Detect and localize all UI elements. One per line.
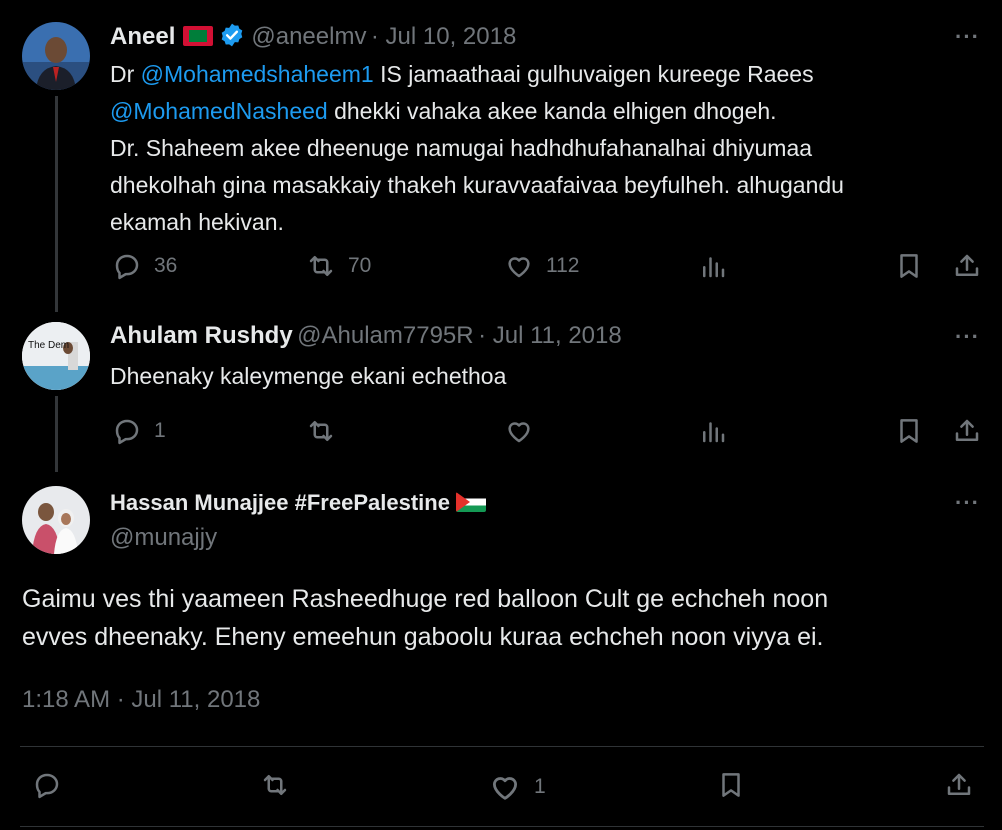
- avatar-hassan[interactable]: [22, 486, 90, 554]
- bookmark-icon: [722, 773, 740, 797]
- share-icon: [947, 773, 971, 795]
- tweet-header: Hassan Munajjee #FreePalestine: [110, 490, 486, 516]
- tweet-text: Gaimu ves thi yaameen Rasheedhuge red ba…: [22, 580, 992, 656]
- tweet-date[interactable]: · Jul 10, 2018: [371, 23, 516, 50]
- reply-button[interactable]: [32, 770, 62, 800]
- avatar-aneel[interactable]: [22, 22, 90, 90]
- retweet-icon: [263, 775, 287, 795]
- share-icon: [955, 254, 979, 276]
- thread-line: [55, 396, 58, 472]
- tweet-header: Aneel @aneelmv · Jul 10, 2018: [110, 22, 516, 53]
- like-count: 1: [534, 775, 546, 798]
- text-segment: dhekki vahaka akee kanda elhigen dhogeh.: [327, 98, 777, 124]
- author-handle[interactable]: @munajjy: [110, 524, 217, 552]
- divider: [20, 746, 984, 747]
- analytics-icon: [703, 257, 725, 278]
- bookmark-button[interactable]: [894, 416, 924, 446]
- palestine-flag-icon: [455, 492, 486, 512]
- bookmark-button[interactable]: [716, 770, 746, 800]
- share-button[interactable]: [952, 416, 982, 446]
- reply-icon: [115, 419, 139, 445]
- mention-link[interactable]: @MohamedNasheed: [110, 98, 328, 124]
- like-button[interactable]: 112: [504, 251, 579, 281]
- more-options-icon[interactable]: ···: [955, 24, 980, 50]
- heart-icon: [508, 257, 530, 278]
- bookmark-icon: [900, 419, 918, 443]
- text-line: dhekolhah gina masakkaiy thakeh kuravvaa…: [110, 172, 844, 198]
- tweet-text: Dr @Mohamedshaheem1 IS jamaathaai gulhuv…: [110, 56, 970, 241]
- like-count: 112: [546, 254, 580, 277]
- retweet-button[interactable]: [306, 416, 336, 446]
- text-segment: IS jamaathaai gulhuvaigen kureege Raees: [373, 61, 814, 87]
- reply-icon: [115, 254, 139, 280]
- text-line: Dr. Shaheem akee dheenuge namugai hadhdh…: [110, 135, 813, 161]
- heart-icon: [508, 422, 530, 443]
- more-options-icon[interactable]: ···: [955, 490, 980, 516]
- avatar-text: The Dem: [28, 340, 69, 351]
- reply-count: 36: [154, 254, 178, 277]
- share-icon: [955, 419, 979, 441]
- avatar-ahulam[interactable]: The Dem: [22, 322, 90, 390]
- author-name[interactable]: Hassan Munajjee #FreePalestine: [110, 490, 450, 515]
- share-button[interactable]: [944, 770, 974, 800]
- views-button[interactable]: [698, 251, 728, 281]
- tweet-text: Dheenaky kaleymenge ekani echethoa: [110, 363, 507, 389]
- text-line: Gaimu ves thi yaameen Rasheedhuge red ba…: [22, 585, 829, 613]
- analytics-icon: [703, 422, 725, 443]
- tweet-timestamp[interactable]: 1:18 AM · Jul 11, 2018: [22, 686, 260, 714]
- retweet-icon: [309, 421, 333, 441]
- thread-line: [55, 96, 58, 312]
- author-handle[interactable]: @aneelmv: [251, 23, 366, 50]
- like-button[interactable]: [504, 416, 534, 446]
- verified-badge-icon: [219, 22, 245, 53]
- author-name[interactable]: Aneel: [110, 23, 175, 50]
- reply-button[interactable]: 1: [112, 416, 166, 446]
- reply-button[interactable]: 36: [112, 251, 177, 281]
- bookmark-icon: [900, 254, 918, 278]
- retweet-count: 70: [348, 254, 372, 277]
- tweet-header: Ahulam Rushdy @Ahulam7795R · Jul 11, 201…: [110, 322, 622, 350]
- like-button[interactable]: 1: [488, 770, 546, 804]
- bookmark-button[interactable]: [894, 251, 924, 281]
- more-options-icon[interactable]: ···: [955, 324, 980, 350]
- retweet-icon: [309, 256, 333, 276]
- text-line: evves dheenaky. Eheny emeehun gaboolu ku…: [22, 623, 824, 651]
- text-segment: Dr: [110, 61, 141, 87]
- retweet-button[interactable]: [260, 770, 290, 800]
- retweet-button[interactable]: 70: [306, 251, 371, 281]
- divider: [20, 826, 984, 827]
- author-handle[interactable]: @Ahulam7795R: [297, 322, 473, 349]
- mention-link[interactable]: @Mohamedshaheem1: [141, 61, 374, 87]
- author-name[interactable]: Ahulam Rushdy: [110, 322, 293, 349]
- views-button[interactable]: [698, 416, 728, 446]
- reply-count: 1: [154, 419, 166, 442]
- heart-icon: [492, 777, 518, 800]
- share-button[interactable]: [952, 251, 982, 281]
- reply-icon: [35, 773, 59, 799]
- maldives-flag-icon: [183, 26, 214, 46]
- tweet-date[interactable]: · Jul 11, 2018: [478, 322, 622, 349]
- text-line: ekamah hekivan.: [110, 209, 284, 235]
